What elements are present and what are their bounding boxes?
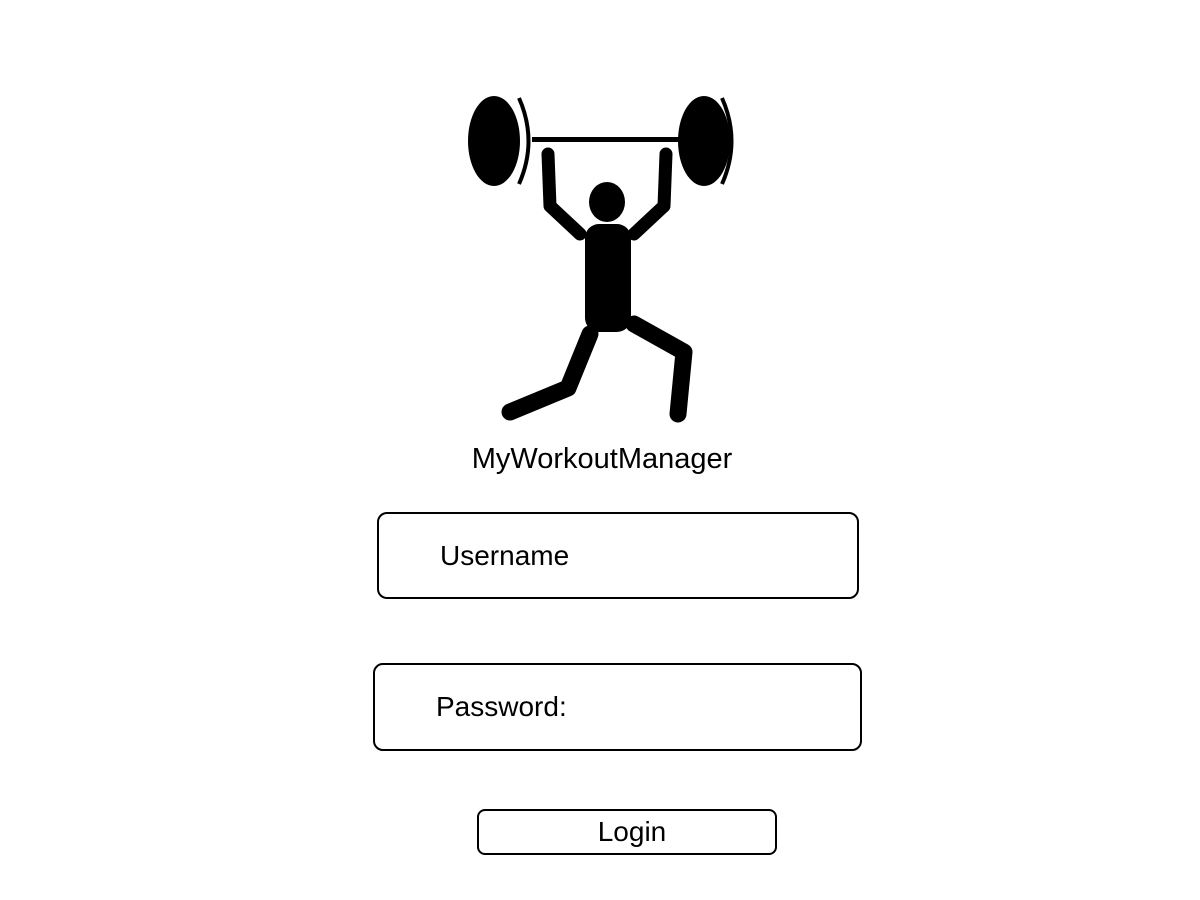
username-field[interactable]: Username [377,512,859,599]
weightlifter-icon [462,88,752,428]
password-input[interactable] [576,692,842,722]
app-title: MyWorkoutManager [471,443,733,475]
username-input[interactable] [579,540,839,571]
username-label: Username [440,539,570,571]
login-button[interactable]: Login [477,809,777,855]
password-label: Password: [436,691,567,722]
password-field[interactable]: Password: [373,663,862,751]
